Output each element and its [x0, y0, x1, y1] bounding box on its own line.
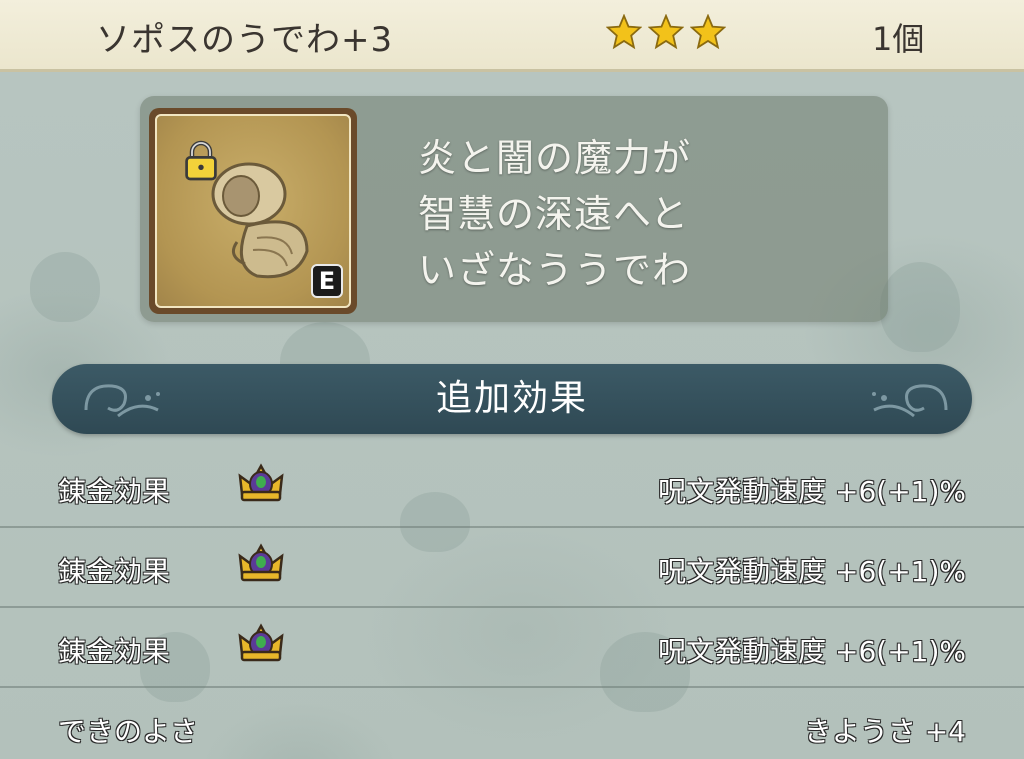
star-icon: [606, 14, 642, 50]
effect-label: 錬金効果: [58, 555, 171, 588]
item-name: ソポスのうでわ+3: [96, 20, 394, 60]
effect-row: 錬金効果 呪文発動速度 +6(+1)%: [0, 528, 1024, 608]
effect-value: 呪文発動速度 +6(+1)%: [658, 475, 966, 508]
star-icon: [648, 14, 684, 50]
rarity-stars: [606, 14, 726, 50]
effect-row: 錬金効果 呪文発動速度 +6(+1)%: [0, 608, 1024, 688]
crown-icon: [238, 623, 284, 662]
item-icon-slot: E: [155, 114, 351, 308]
quality-row: できのよさ きようさ +4: [0, 688, 1024, 759]
section-banner: 追加効果: [52, 364, 972, 434]
crown-icon: [238, 543, 284, 582]
effect-value: 呪文発動速度 +6(+1)%: [658, 635, 966, 668]
section-title: 追加効果: [435, 378, 588, 419]
item-description: 炎と闇の魔力が 智慧の深遠へと いざなううでわ: [418, 130, 878, 298]
flourish-icon: [872, 384, 948, 418]
quality-label: できのよさ: [58, 715, 199, 748]
effect-label: 錬金効果: [58, 635, 171, 668]
item-quantity: 1個: [872, 20, 925, 58]
item-icon-frame[interactable]: E: [149, 108, 357, 314]
effect-value: 呪文発動速度 +6(+1)%: [658, 555, 966, 588]
quality-value: きようさ +4: [803, 715, 966, 748]
description-line: 智慧の深遠へと: [418, 192, 690, 236]
star-icon: [690, 14, 726, 50]
description-line: 炎と闇の魔力が: [418, 136, 692, 180]
effect-row: 錬金効果 呪文発動速度 +6(+1)%: [0, 448, 1024, 528]
description-line: いざなううでわ: [418, 248, 692, 292]
flourish-icon: [84, 384, 160, 418]
effect-label: 錬金効果: [58, 475, 171, 508]
lock-icon: [185, 140, 217, 181]
item-header: ソポスのうでわ+3 1個: [0, 0, 1024, 72]
crown-icon: [238, 463, 284, 502]
equipped-badge: E: [311, 264, 343, 298]
